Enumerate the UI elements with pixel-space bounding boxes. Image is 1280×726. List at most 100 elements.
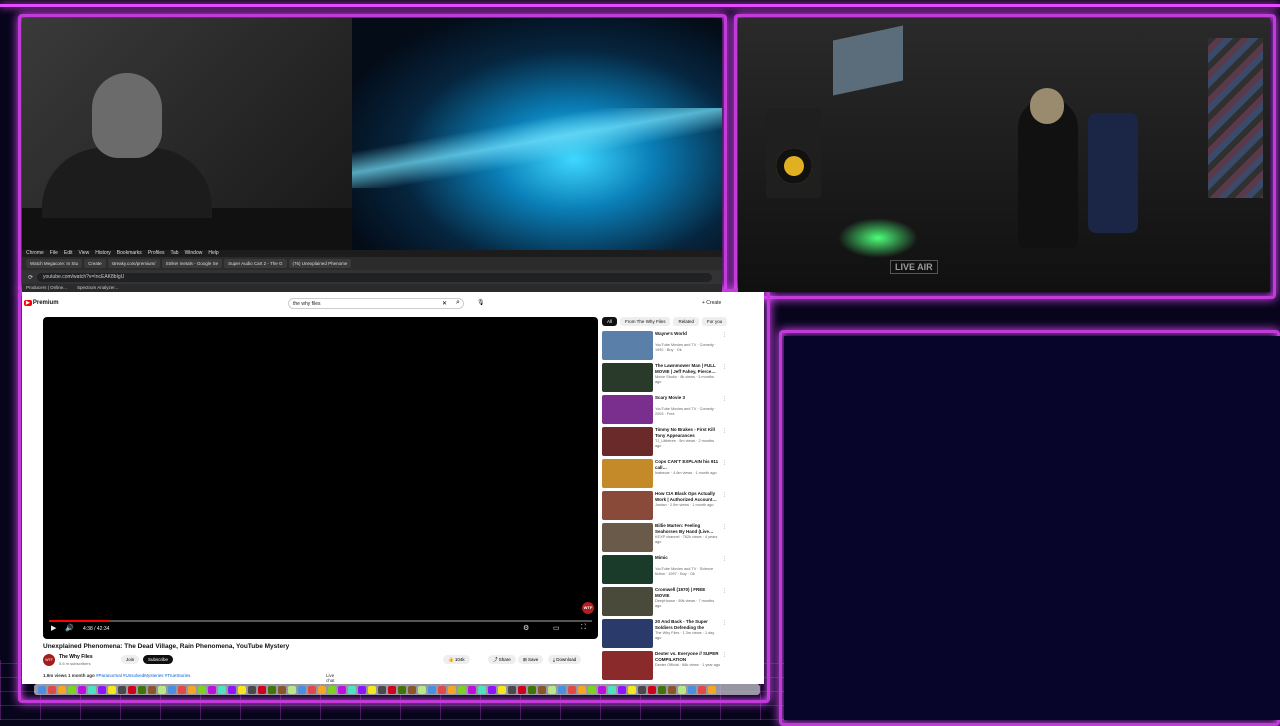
video-thumbnail[interactable]: [602, 427, 653, 456]
recommendation-item[interactable]: Cromwell (1970) | FREE MOVIE DeepHouse · …: [602, 587, 727, 619]
dock-app-icon[interactable]: [158, 685, 166, 694]
dock-app-icon[interactable]: [428, 685, 436, 694]
dock-app-icon[interactable]: [218, 685, 226, 694]
description-box[interactable]: 1.9m views 1 month ago #Paranormal #Unso…: [43, 673, 338, 684]
dock-app-icon[interactable]: [388, 685, 396, 694]
dock-app-icon[interactable]: [648, 685, 656, 694]
menu-item[interactable]: File: [50, 250, 58, 257]
dock-app-icon[interactable]: [98, 685, 106, 694]
filter-chip[interactable]: For you: [701, 317, 728, 326]
live-chat-replay[interactable]: Live chat replay: [326, 673, 338, 684]
dock-app-icon[interactable]: [48, 685, 56, 694]
browser-tab[interactable]: Create: [84, 259, 106, 268]
recommendation-title[interactable]: Cromwell (1970) | FREE MOVIE: [655, 587, 721, 598]
dock-app-icon[interactable]: [108, 685, 116, 694]
channel-avatar[interactable]: WTF: [43, 654, 55, 666]
dock-app-icon[interactable]: [518, 685, 526, 694]
dock-app-icon[interactable]: [188, 685, 196, 694]
menu-item[interactable]: Window: [185, 250, 203, 257]
dock-app-icon[interactable]: [608, 685, 616, 694]
play-icon[interactable]: ▶: [51, 624, 56, 632]
filter-chip[interactable]: Related: [673, 317, 699, 326]
recommendation-item[interactable]: 20 And Back - The Super Soldiers Defendi…: [602, 619, 727, 651]
dock-app-icon[interactable]: [298, 685, 306, 694]
like-button[interactable]: 👍 104k: [443, 655, 470, 664]
dock-app-icon[interactable]: [78, 685, 86, 694]
dock-app-icon[interactable]: [38, 685, 46, 694]
browser-tab[interactable]: Super Audio Cart 2 - The G: [224, 259, 287, 268]
theater-icon[interactable]: ▭: [553, 624, 560, 632]
more-options-icon[interactable]: ⋮: [722, 556, 727, 562]
dock-app-icon[interactable]: [338, 685, 346, 694]
share-button[interactable]: ⤴ Share: [488, 655, 516, 664]
dock-app-icon[interactable]: [88, 685, 96, 694]
video-thumbnail[interactable]: [602, 555, 653, 584]
recommendation-item[interactable]: How CIA Black Ops Actually Work | Author…: [602, 491, 727, 523]
video-thumbnail[interactable]: [602, 459, 653, 488]
dock-app-icon[interactable]: [58, 685, 66, 694]
fullscreen-icon[interactable]: ⛶: [581, 624, 586, 632]
dock-app-icon[interactable]: [638, 685, 646, 694]
create-button[interactable]: + Create: [702, 300, 721, 306]
video-thumbnail[interactable]: [602, 619, 653, 648]
menu-item[interactable]: Profiles: [148, 250, 165, 257]
dock-app-icon[interactable]: [488, 685, 496, 694]
recommendation-title[interactable]: 20 And Back - The Super Soldiers Defendi…: [655, 619, 721, 630]
filter-chip[interactable]: From The Why Files: [620, 317, 671, 326]
dock-app-icon[interactable]: [128, 685, 136, 694]
dock-app-icon[interactable]: [288, 685, 296, 694]
dock-app-icon[interactable]: [358, 685, 366, 694]
join-button[interactable]: Join: [121, 655, 140, 664]
mic-icon[interactable]: 🎙: [477, 299, 485, 306]
recommendation-item[interactable]: The Lawnmower Man | FULL MOVIE | Jeff Fa…: [602, 363, 727, 395]
dock-app-icon[interactable]: [598, 685, 606, 694]
more-options-icon[interactable]: ⋮: [722, 428, 727, 434]
menu-item[interactable]: Chrome: [26, 250, 44, 257]
settings-icon[interactable]: ⚙: [523, 624, 529, 632]
dock-app-icon[interactable]: [508, 685, 516, 694]
dock-app-icon[interactable]: [168, 685, 176, 694]
dock-app-icon[interactable]: [558, 685, 566, 694]
dock-app-icon[interactable]: [588, 685, 596, 694]
dock-app-icon[interactable]: [248, 685, 256, 694]
dock-app-icon[interactable]: [658, 685, 666, 694]
dock-app-icon[interactable]: [568, 685, 576, 694]
recommendation-item[interactable]: Cops CAN'T EXPLAIN his 911 call… Inabecar…: [602, 459, 727, 491]
filter-chip[interactable]: All: [602, 317, 618, 326]
video-thumbnail[interactable]: [602, 331, 653, 360]
dock-app-icon[interactable]: [68, 685, 76, 694]
recommendation-title[interactable]: Billie Marten: Feeling Seahorses By Hand…: [655, 523, 721, 534]
video-thumbnail[interactable]: [602, 651, 653, 680]
dock-app-icon[interactable]: [308, 685, 316, 694]
menu-item[interactable]: Help: [208, 250, 218, 257]
address-bar[interactable]: youtube.com/watch?v=IncEAK8bIgU: [37, 272, 712, 282]
more-options-icon[interactable]: ⋮: [722, 396, 727, 402]
bookmark-item[interactable]: Spectrum Analyzer...: [77, 284, 118, 292]
browser-tab[interactable]: streaky.com/premium/: [107, 259, 160, 268]
download-button[interactable]: ⤓ Download: [548, 655, 582, 664]
dock-app-icon[interactable]: [228, 685, 236, 694]
save-button[interactable]: ⊞ Save: [518, 655, 544, 664]
more-options-icon[interactable]: ⋮: [722, 620, 727, 626]
recommendation-item[interactable]: Scary Movie 3 YouTube Movies and TV · Com…: [602, 395, 727, 427]
youtube-logo[interactable]: ▶ Premium: [24, 300, 59, 306]
dock-app-icon[interactable]: [578, 685, 586, 694]
reload-icon[interactable]: ⟳: [28, 274, 33, 281]
dock-app-icon[interactable]: [708, 685, 716, 694]
search-input[interactable]: the why files: [288, 298, 464, 309]
more-options-icon[interactable]: ⋮: [722, 332, 727, 338]
recommendation-item[interactable]: Billie Marten: Feeling Seahorses By Hand…: [602, 523, 727, 555]
more-options-icon[interactable]: ⋮: [722, 652, 727, 658]
dock-app-icon[interactable]: [398, 685, 406, 694]
dock-app-icon[interactable]: [348, 685, 356, 694]
video-player[interactable]: WTF ▶ 🔊 4:38 / 42:34 ⚙ ▭ ⛶: [43, 317, 598, 639]
dock-app-icon[interactable]: [698, 685, 706, 694]
dock-app-icon[interactable]: [328, 685, 336, 694]
dock-app-icon[interactable]: [198, 685, 206, 694]
dock-app-icon[interactable]: [458, 685, 466, 694]
dock-app-icon[interactable]: [138, 685, 146, 694]
dock-app-icon[interactable]: [278, 685, 286, 694]
more-options-icon[interactable]: ⋮: [722, 492, 727, 498]
dock-app-icon[interactable]: [378, 685, 386, 694]
dock-app-icon[interactable]: [268, 685, 276, 694]
